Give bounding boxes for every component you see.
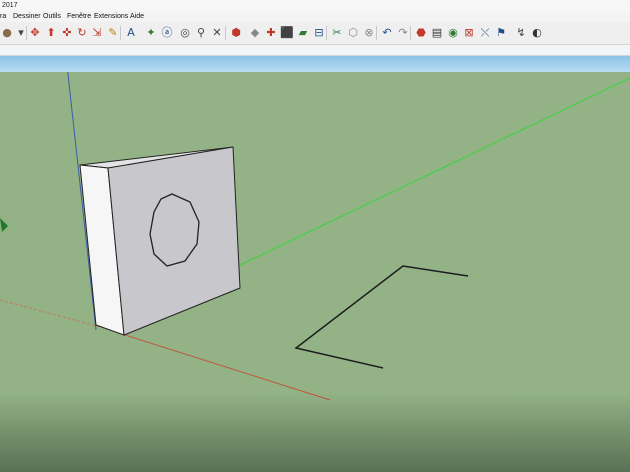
- 3d-text-icon[interactable]: ⓐ: [160, 26, 174, 40]
- zoom-window-icon[interactable]: ⊠: [462, 26, 476, 40]
- title-bar: 2017: [0, 0, 630, 11]
- extruded-box[interactable]: [79, 146, 241, 336]
- move-icon[interactable]: ✜: [60, 26, 74, 40]
- menu-item-extensions[interactable]: Extensions: [94, 11, 128, 22]
- section-display-icon[interactable]: ⬡: [346, 26, 360, 40]
- extension-warehouse-icon[interactable]: ✚: [264, 26, 278, 40]
- toolbar-separator: [376, 26, 377, 40]
- box-front-face[interactable]: [107, 146, 241, 336]
- paint-bucket-icon[interactable]: ●: [0, 26, 14, 40]
- green-axis-line: [237, 77, 630, 267]
- warehouse-icon[interactable]: ⬢: [229, 26, 243, 40]
- redo-icon[interactable]: ↷: [396, 26, 410, 40]
- undo-icon[interactable]: ↶: [380, 26, 394, 40]
- materials-icon[interactable]: ▰: [296, 26, 310, 40]
- tape-measure-icon[interactable]: ✎: [106, 26, 120, 40]
- orbit-icon[interactable]: ◎: [178, 26, 192, 40]
- section-cut-icon[interactable]: ⊗: [362, 26, 376, 40]
- toolbar-separator: [326, 26, 327, 40]
- camera-icon[interactable]: ◉: [446, 26, 460, 40]
- position-camera-icon[interactable]: ⚑: [494, 26, 508, 40]
- menu-bar: ra Dessiner Outils Fenêtre Extensions Ai…: [0, 11, 630, 22]
- previous-view-icon[interactable]: ⤬: [478, 26, 492, 40]
- drawn-line-path[interactable]: [294, 265, 469, 369]
- walk-icon[interactable]: ↯: [514, 26, 528, 40]
- toolbar-divider-band: [0, 45, 630, 56]
- scale-icon[interactable]: ⇲: [90, 26, 104, 40]
- look-around-icon[interactable]: ◐: [530, 26, 544, 40]
- zoom-icon[interactable]: ⚲: [194, 26, 208, 40]
- scene-canvas[interactable]: [0, 72, 630, 400]
- share-model-icon[interactable]: ◆: [248, 26, 262, 40]
- viewport-bottom-shade: [0, 392, 630, 472]
- menu-item-tools[interactable]: Outils: [43, 11, 61, 22]
- dropdown-arrow-icon[interactable]: ▾: [14, 26, 28, 40]
- push-pull-icon[interactable]: ⬆: [44, 26, 58, 40]
- zoom-extents-icon[interactable]: ✕: [210, 26, 224, 40]
- menu-item-camera[interactable]: ra: [0, 11, 6, 22]
- axes-icon[interactable]: ✦: [144, 26, 158, 40]
- toolbar-separator: [120, 26, 121, 40]
- section-plane-icon[interactable]: ✂: [330, 26, 344, 40]
- menu-item-help[interactable]: Aide: [130, 11, 144, 22]
- text-icon[interactable]: A: [124, 26, 138, 40]
- components-icon[interactable]: ⬛: [280, 26, 294, 40]
- rotate-icon[interactable]: ↻: [75, 26, 89, 40]
- toolbar-separator: [225, 26, 226, 40]
- modeling-viewport[interactable]: [0, 72, 630, 472]
- print-icon[interactable]: ▤: [430, 26, 444, 40]
- viewport-sky: [0, 56, 630, 72]
- menu-item-window[interactable]: Fenêtre: [67, 11, 91, 22]
- move-tool-icon[interactable]: ✥: [28, 26, 42, 40]
- toolbar-separator: [410, 26, 411, 40]
- green-arrow-marker: [0, 218, 8, 232]
- layers-icon[interactable]: ⊟: [312, 26, 326, 40]
- menu-item-draw[interactable]: Dessiner: [13, 11, 41, 22]
- window-title: 2017: [2, 2, 18, 9]
- model-info-icon[interactable]: ⬣: [414, 26, 428, 40]
- main-toolbar: ● ▾ ✥ ⬆ ✜ ↻ ⇲ ✎ A ✦ ⓐ ◎ ⚲ ✕ ⬢ ◆ ✚ ⬛ ▰ ⊟ ✂ ⬡ ⊗ ↶ ↷ ⬣ ▤ ◉ ⊠ ⤬ ⚑ ↯ ◐: [0, 22, 630, 45]
